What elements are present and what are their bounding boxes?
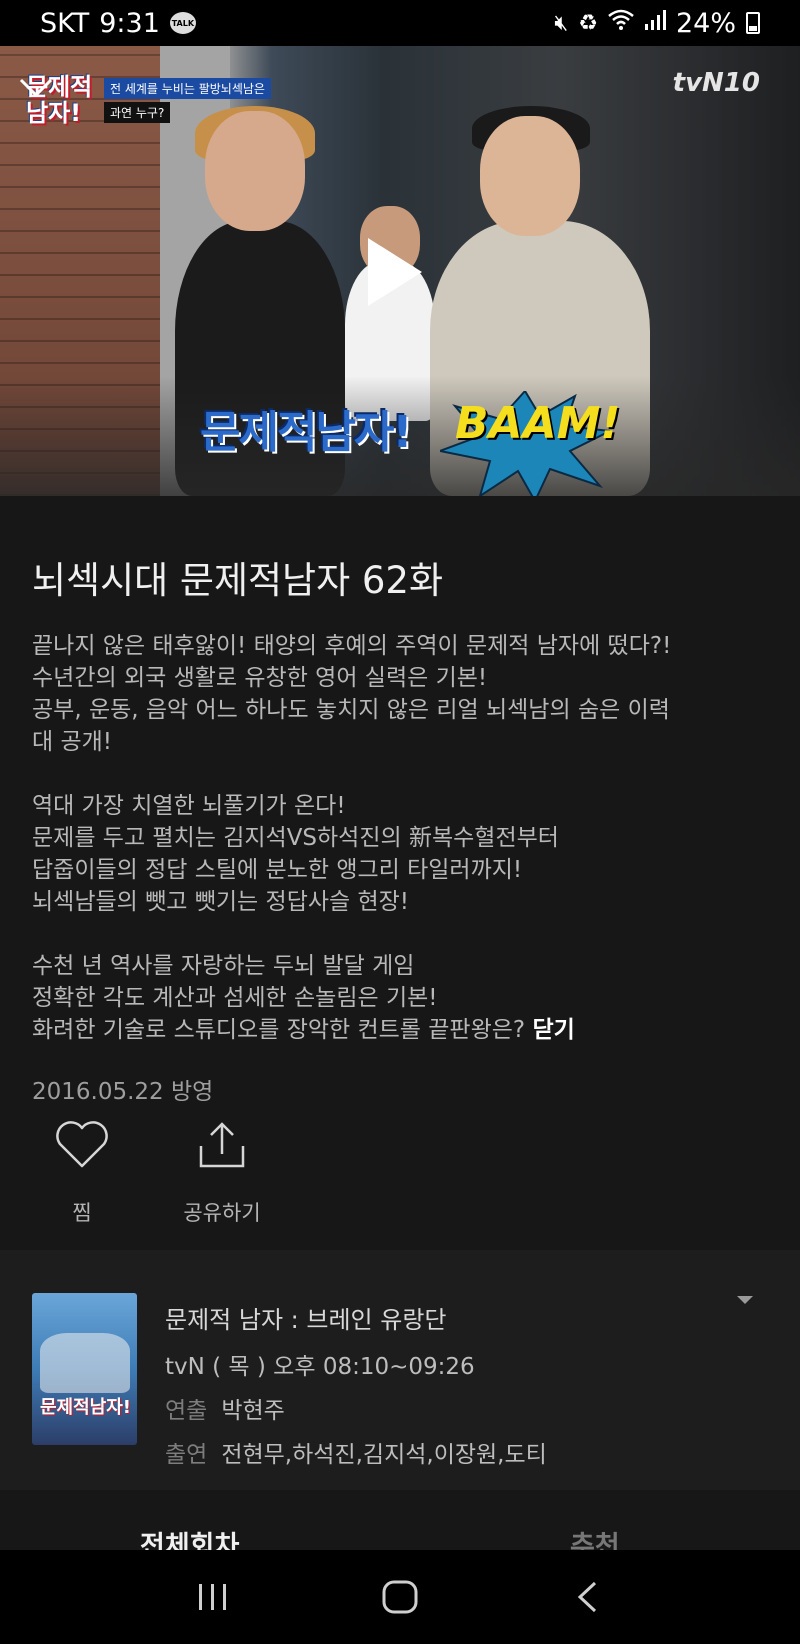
recent-apps-button[interactable]: [183, 1567, 243, 1627]
director-value: 박현주: [221, 1398, 285, 1424]
episode-title: 뇌섹시대 문제적남자 62화: [32, 559, 444, 602]
expand-program-button[interactable]: [730, 1288, 760, 1312]
air-date: 2016.05.22 방영: [32, 1079, 214, 1105]
share-icon: [192, 1115, 252, 1175]
description-last-line: 화려한 기술로 스튜디오를 장악한 컨트롤 끝판왕은? 닫기: [32, 1014, 772, 1046]
episode-description: 끝나지 않은 태후앓이! 태양의 후예의 주역이 문제적 남자에 떴다?! 수년…: [32, 630, 772, 1046]
program-schedule: tvN ( 목 ) 오후 08:10~09:26: [165, 1354, 475, 1380]
description-line: 문제를 두고 펼치는 김지석VS하석진의 新복수혈전부터: [32, 825, 559, 851]
program-thumbnail[interactable]: 문제적남자!: [32, 1293, 137, 1445]
video-caption: 전 세계를 누비는 팔방뇌섹남은 과연 누구?: [104, 78, 271, 123]
like-label: 찜: [72, 1201, 92, 1225]
cast-value: 전현무,하석진,김지석,이장원,도티: [221, 1442, 547, 1468]
status-left: SKT 9:31 TALK: [40, 8, 196, 39]
share-label: 공유하기: [183, 1201, 261, 1225]
play-button[interactable]: [360, 232, 430, 312]
battery-icon: [746, 12, 760, 34]
tab-all-episodes[interactable]: 전체회차: [140, 1524, 239, 1550]
description-line: 뇌섹남들의 뺏고 뺏기는 정답사슬 현장!: [32, 889, 410, 915]
description-gap: [32, 758, 772, 790]
episode-tabs: 전체회차 추천: [0, 1490, 800, 1550]
description-line-text: 화려한 기술로 스튜디오를 장악한 컨트롤 끝판왕은?: [32, 1017, 526, 1043]
home-icon: [382, 1580, 418, 1614]
program-info-panel[interactable]: 문제적남자! 문제적 남자 : 브레인 유랑단 tvN ( 목 ) 오후 08:…: [0, 1250, 800, 1490]
description-line: 대 공개!: [32, 729, 113, 755]
carrier-label: SKT: [40, 7, 90, 39]
director-key: 연출: [165, 1398, 208, 1424]
description-line: 답줍이들의 정답 스틸에 분노한 앵그리 타일러까지!: [32, 857, 523, 883]
close-icon[interactable]: [16, 68, 56, 108]
home-button[interactable]: [370, 1567, 430, 1627]
program-director-row: 연출 박현주: [165, 1391, 547, 1425]
back-icon: [577, 1581, 596, 1613]
description-line: 끝나지 않은 태후앓이! 태양의 후예의 주역이 문제적 남자에 떴다?!: [32, 633, 672, 659]
system-nav-bar: [0, 1550, 800, 1644]
recycle-icon: ♻︎: [578, 10, 598, 36]
episode-info: 뇌섹시대 문제적남자 62화 끝나지 않은 태후앓이! 태양의 후예의 주역이 …: [32, 550, 772, 1106]
like-button[interactable]: 찜: [32, 1115, 132, 1227]
program-title: 문제적 남자 : 브레인 유랑단: [165, 1306, 447, 1334]
channel-logo: tvN10: [672, 68, 760, 98]
video-player[interactable]: 문제적 남자! 전 세계를 누비는 팔방뇌섹남은 과연 누구? tvN10 문제…: [0, 46, 800, 496]
show-logo-overlay: 문제적남자!: [200, 407, 412, 458]
play-icon: [368, 238, 422, 306]
thumbnail-cast-image: [40, 1333, 130, 1393]
tab-recommend[interactable]: 추천: [570, 1524, 620, 1550]
program-details: 문제적 남자 : 브레인 유랑단 tvN ( 목 ) 오후 08:10~09:2…: [165, 1300, 547, 1479]
description-line: 수천 년 역사를 자랑하는 두뇌 발달 게임: [32, 953, 415, 979]
back-button[interactable]: [557, 1567, 617, 1627]
description-line: 정확한 각도 계산과 섬세한 손놀림은 기본!: [32, 985, 438, 1011]
chevron-down-icon: [737, 1296, 753, 1304]
talk-notification-icon: TALK: [169, 12, 196, 34]
description-line: 수년간의 외국 생활로 유창한 영어 실력은 기본!: [32, 665, 488, 691]
battery-percent: 24%: [675, 7, 736, 39]
description-line: 역대 가장 치열한 뇌풀기가 온다!: [32, 793, 346, 819]
heart-icon: [52, 1115, 112, 1175]
status-right: 🔇︎ ♻︎ 24%: [554, 8, 760, 39]
caption-line-2: 과연 누구?: [104, 102, 171, 123]
description-line: 공부, 운동, 음악 어느 하나도 놓치지 않은 리얼 뇌섹남의 숨은 이력: [32, 697, 670, 723]
program-cast-row: 출연 전현무,하석진,김지석,이장원,도티: [165, 1435, 547, 1469]
video-person-face: [480, 116, 580, 236]
clock: 9:31: [99, 7, 160, 39]
video-person-face: [205, 111, 305, 231]
caption-line-1: 전 세계를 누비는 팔방뇌섹남은: [104, 78, 271, 99]
sound-effect-text: BAAM!: [455, 398, 621, 449]
collapse-description-link[interactable]: 닫기: [532, 1017, 574, 1043]
mute-icon: 🔇︎: [554, 10, 569, 36]
thumbnail-logo: 문제적남자!: [40, 1397, 132, 1418]
cast-key: 출연: [165, 1442, 208, 1468]
share-button[interactable]: 공유하기: [172, 1115, 272, 1227]
recent-apps-icon: [199, 1584, 227, 1610]
wifi-icon: [608, 9, 634, 37]
status-bar: SKT 9:31 TALK 🔇︎ ♻︎ 24%: [0, 0, 800, 46]
action-row: 찜 공유하기: [32, 1115, 272, 1227]
description-gap: [32, 918, 772, 950]
signal-icon: [644, 10, 666, 36]
